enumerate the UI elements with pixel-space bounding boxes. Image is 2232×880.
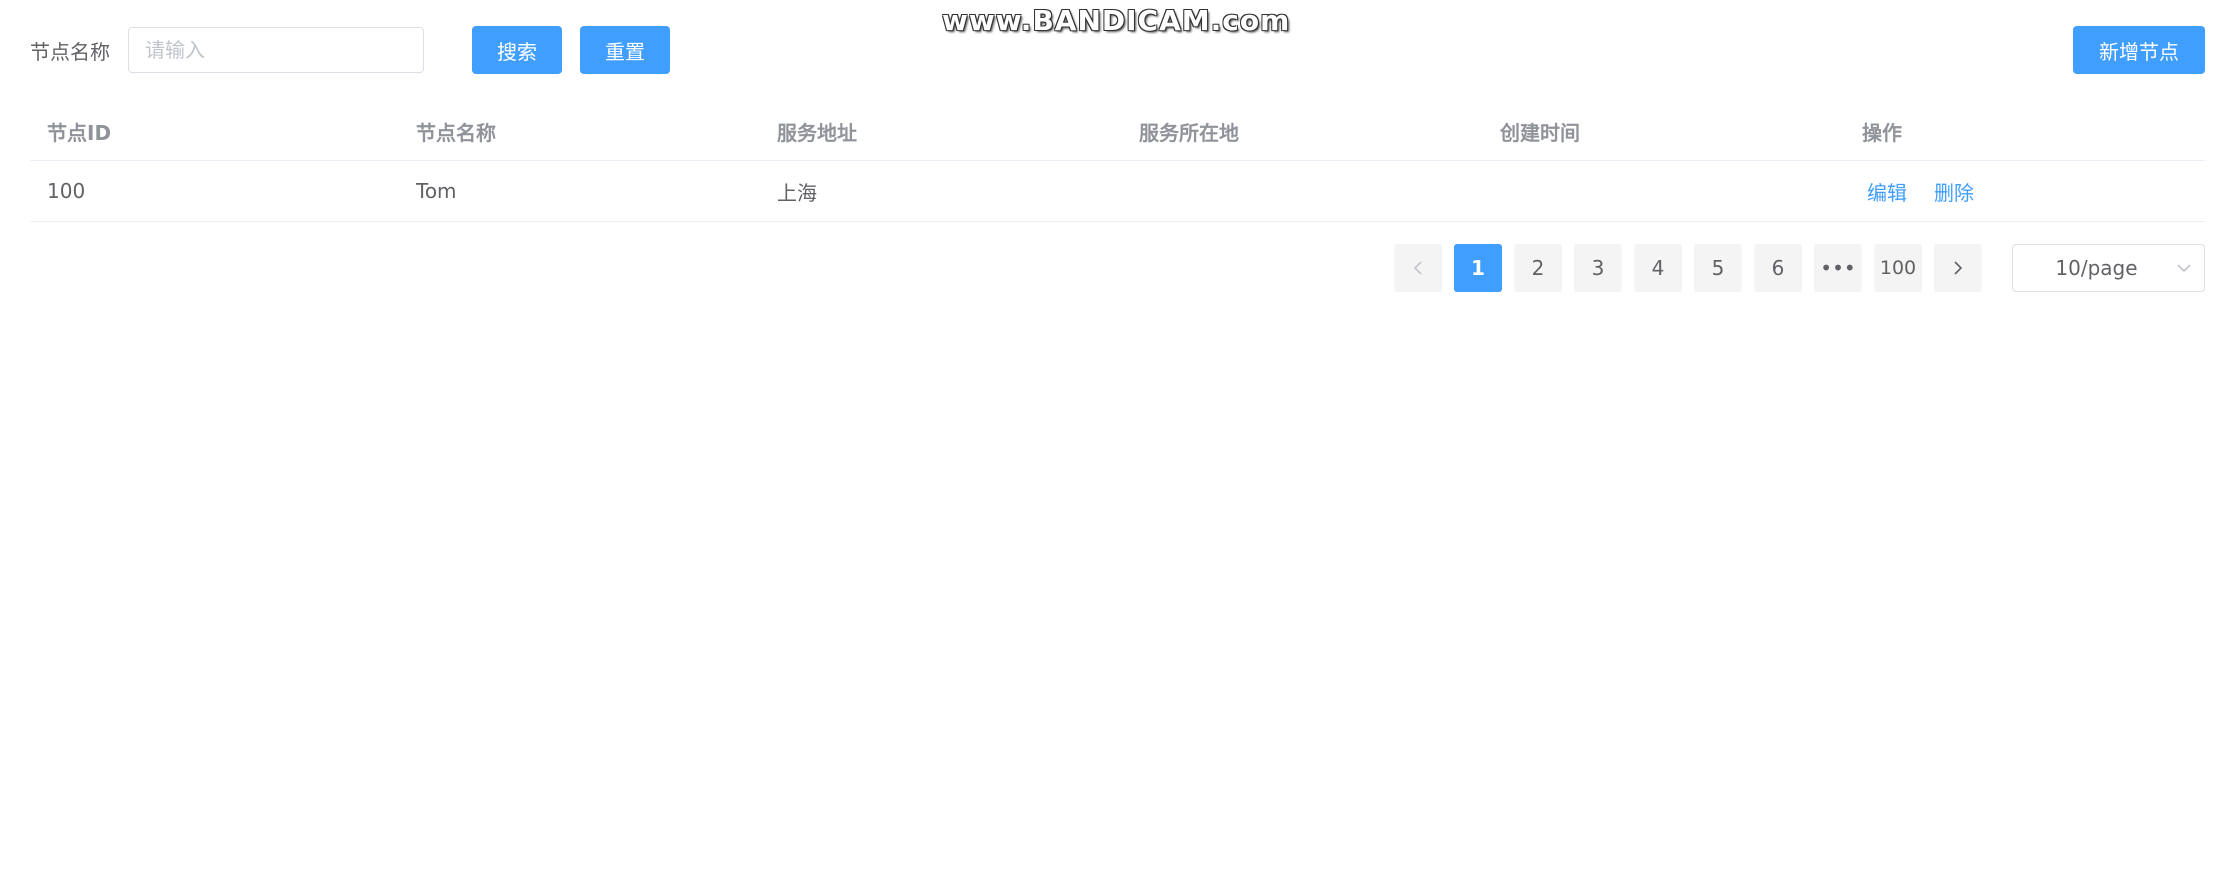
edit-button[interactable]: 编辑 <box>1867 177 1907 206</box>
column-header-node-id: 节点ID <box>47 120 112 145</box>
node-name-search-input[interactable] <box>128 27 424 73</box>
pagination: 1 2 3 4 5 6 ••• 100 <box>1394 244 1994 292</box>
delete-button[interactable]: 删除 <box>1934 177 1974 206</box>
cell-node-name: Tom <box>416 179 457 203</box>
cell-node-id: 100 <box>47 179 86 203</box>
filter-label: 节点名称 <box>30 39 110 64</box>
next-page-button[interactable] <box>1934 244 1982 292</box>
table-row: 100 Tom 上海 编辑 删除 <box>30 161 2205 222</box>
page-button-3[interactable]: 3 <box>1574 244 1622 292</box>
column-header-actions: 操作 <box>1862 120 1902 145</box>
table-header-row: 节点ID 节点名称 服务地址 服务所在地 创建时间 操作 <box>30 102 2205 161</box>
page-button-100[interactable]: 100 <box>1874 244 1922 292</box>
bandicam-watermark: www.BANDICAM.com <box>942 4 1291 37</box>
cell-actions: 编辑 删除 <box>1845 177 2205 206</box>
page: www.BANDICAM.com 节点名称 搜索 重置 新增节点 节点ID 节点… <box>0 0 2232 880</box>
page-size-select[interactable]: 10/page <box>2012 244 2205 292</box>
more-pages-button[interactable]: ••• <box>1814 244 1862 292</box>
prev-page-button[interactable] <box>1394 244 1442 292</box>
filter-toolbar: 节点名称 搜索 重置 <box>30 26 670 74</box>
chevron-down-icon <box>2164 263 2204 273</box>
node-table: 节点ID 节点名称 服务地址 服务所在地 创建时间 操作 100 Tom 上海 … <box>30 102 2205 222</box>
chevron-left-icon <box>1413 261 1422 275</box>
page-button-5[interactable]: 5 <box>1694 244 1742 292</box>
page-button-2[interactable]: 2 <box>1514 244 1562 292</box>
page-button-1[interactable]: 1 <box>1454 244 1502 292</box>
reset-button[interactable]: 重置 <box>580 26 670 74</box>
page-button-6[interactable]: 6 <box>1754 244 1802 292</box>
column-header-created-time: 创建时间 <box>1500 120 1580 145</box>
column-header-service-location: 服务所在地 <box>1139 120 1239 145</box>
cell-service-address: 上海 <box>777 180 817 205</box>
page-button-4[interactable]: 4 <box>1634 244 1682 292</box>
column-header-service-address: 服务地址 <box>777 120 857 145</box>
column-header-node-name: 节点名称 <box>416 120 496 145</box>
add-node-button[interactable]: 新增节点 <box>2073 26 2205 74</box>
search-button[interactable]: 搜索 <box>472 26 562 74</box>
chevron-right-icon <box>1954 261 1963 275</box>
page-size-value: 10/page <box>2055 256 2138 280</box>
